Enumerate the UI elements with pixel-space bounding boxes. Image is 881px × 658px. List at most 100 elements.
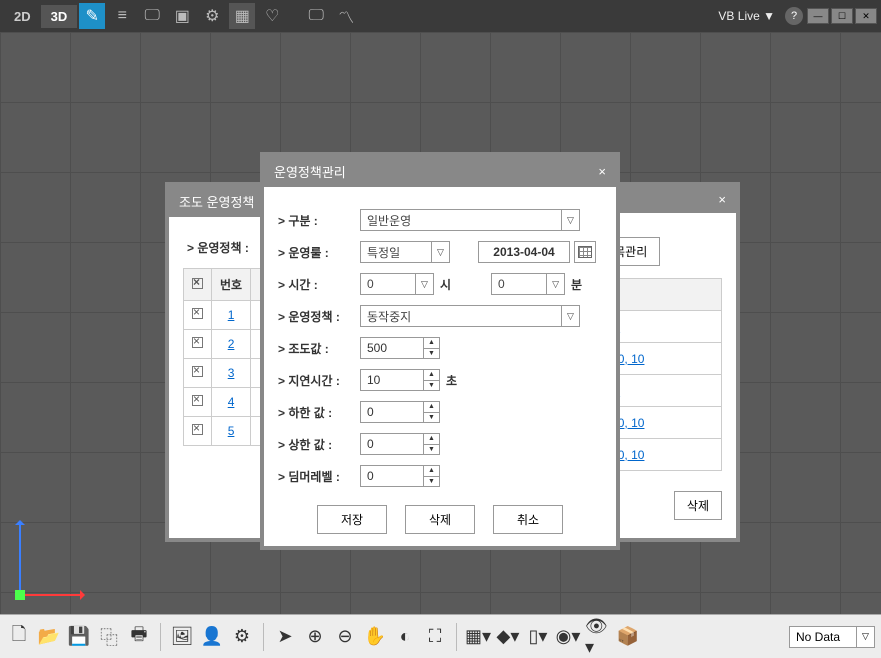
data-status-select[interactable]: No Data ▽	[789, 626, 875, 648]
zoom-out-icon[interactable]: ⊖	[332, 624, 358, 650]
new-file-icon[interactable]: 🗋	[6, 624, 32, 650]
help-button[interactable]: ?	[785, 7, 803, 25]
window-minimize[interactable]: —	[807, 8, 829, 24]
spin-down-icon[interactable]: ▼	[424, 349, 439, 359]
chevron-down-icon: ▽	[561, 210, 579, 230]
tab-3d[interactable]: 3D	[41, 5, 78, 28]
monitor-icon[interactable]: 🖵	[139, 3, 165, 29]
grid-dropdown-icon[interactable]: ▦▾	[465, 624, 491, 650]
row-link[interactable]: 2	[228, 337, 235, 351]
close-icon[interactable]: ×	[598, 164, 606, 179]
table-row[interactable]: 4	[184, 388, 271, 417]
minute-select[interactable]: 0 ▽	[491, 273, 565, 295]
save-all-icon[interactable]: ⿻	[96, 624, 122, 650]
window-close[interactable]: ✕	[855, 8, 877, 24]
save-icon[interactable]: 💾	[66, 624, 92, 650]
spin-up-icon[interactable]: ▲	[424, 370, 439, 381]
spin-up-icon[interactable]: ▲	[424, 434, 439, 445]
lower-label: > 하한 값 :	[278, 404, 360, 421]
delay-stepper[interactable]: 10 ▲▼	[360, 369, 440, 391]
calendar-button[interactable]	[574, 241, 596, 263]
delay-label: > 지연시간 :	[278, 372, 360, 389]
fit-icon[interactable]: ⛶	[422, 624, 448, 650]
list-icon[interactable]: ≡	[109, 3, 135, 29]
row-link[interactable]: 4	[228, 395, 235, 409]
canvas-area[interactable]: 조도 운영정책 > 운영정책 : 번호 1 2 3 4 5 ×	[0, 32, 881, 614]
display-icon[interactable]: 🖵	[303, 3, 329, 29]
spin-down-icon[interactable]: ▼	[424, 381, 439, 391]
rotate-icon[interactable]: ◐	[392, 624, 418, 650]
pan-icon[interactable]: ✋	[362, 624, 388, 650]
type-select[interactable]: 일반운영 ▽	[360, 209, 580, 231]
print-icon[interactable]: 🖶	[126, 624, 152, 650]
spin-up-icon[interactable]: ▲	[424, 338, 439, 349]
row-check[interactable]	[192, 424, 203, 435]
spin-up-icon[interactable]: ▲	[424, 402, 439, 413]
axis-gizmo	[12, 514, 82, 604]
open-folder-icon[interactable]: 📂	[36, 624, 62, 650]
dimmer-stepper[interactable]: 0 ▲▼	[360, 465, 440, 487]
time-label: > 시간 :	[278, 276, 360, 293]
table-row[interactable]: 2	[184, 330, 271, 359]
delete-button[interactable]: 삭제	[405, 505, 475, 534]
image-icon[interactable]: ▣	[169, 3, 195, 29]
gear-icon[interactable]: ⚙	[229, 624, 255, 650]
spin-down-icon[interactable]: ▼	[424, 445, 439, 455]
row-link[interactable]: 3	[228, 366, 235, 380]
row-check[interactable]	[192, 366, 203, 377]
dimmer-label: > 딤머레벨 :	[278, 468, 360, 485]
save-button[interactable]: 저장	[317, 505, 387, 534]
delete-button[interactable]: 삭제	[674, 491, 722, 520]
grid-icon	[578, 246, 592, 258]
window-maximize[interactable]: ☐	[831, 8, 853, 24]
row-check[interactable]	[192, 395, 203, 406]
chevron-down-icon: ▽	[856, 627, 874, 647]
bottom-toolbar: 🗋 📂 💾 ⿻ 🖶 🖼 👤 ⚙ ➤ ⊕ ⊖ ✋ ◐ ⛶ ▦▾ ◆▾ ▯▾ ◉▾ …	[0, 614, 881, 658]
hour-select[interactable]: 0 ▽	[360, 273, 434, 295]
spin-up-icon[interactable]: ▲	[424, 466, 439, 477]
rule-select[interactable]: 특정일 ▽	[360, 241, 450, 263]
user-icon[interactable]: 👤	[199, 624, 225, 650]
calendar-icon[interactable]: ▦	[229, 3, 255, 29]
y-axis-icon	[19, 521, 21, 596]
edit-icon[interactable]: ✎	[79, 3, 105, 29]
chart-icon[interactable]: 〽	[333, 3, 359, 29]
picture-icon[interactable]: 🖼	[169, 624, 195, 650]
tab-2d[interactable]: 2D	[4, 5, 41, 28]
top-toolbar: 2D 3D ✎ ≡ 🖵 ▣ ⚙ ▦ ♡ 🖵 〽 VB Live ▼ ? — ☐ …	[0, 0, 881, 32]
row-link[interactable]: 5	[228, 424, 235, 438]
table-row[interactable]: 3	[184, 359, 271, 388]
lower-stepper[interactable]: 0 ▲▼	[360, 401, 440, 423]
cube-dropdown-icon[interactable]: ◆▾	[495, 624, 521, 650]
zoom-in-icon[interactable]: ⊕	[302, 624, 328, 650]
lux-label: > 조도값 :	[278, 340, 360, 357]
package-icon[interactable]: 📦	[615, 624, 641, 650]
row-link[interactable]: 1	[228, 308, 235, 322]
table-row[interactable]: 1	[184, 301, 271, 330]
upper-label: > 상한 값 :	[278, 436, 360, 453]
x-axis-icon	[19, 594, 84, 596]
bulb-icon[interactable]: ♡	[259, 3, 285, 29]
table-row[interactable]: 5	[184, 417, 271, 446]
vb-live-menu[interactable]: VB Live ▼	[712, 7, 781, 25]
row-check[interactable]	[192, 308, 203, 319]
gears-icon[interactable]: ⚙	[199, 3, 225, 29]
chevron-down-icon: ▽	[561, 306, 579, 326]
camera-dropdown-icon[interactable]: ◉▾	[555, 624, 581, 650]
rule-label: > 운영룰 :	[278, 244, 360, 261]
close-icon[interactable]: ×	[718, 192, 726, 207]
cancel-button[interactable]: 취소	[493, 505, 563, 534]
upper-stepper[interactable]: 0 ▲▼	[360, 433, 440, 455]
col-number: 번호	[212, 269, 251, 301]
policy-select[interactable]: 동작중지 ▽	[360, 305, 580, 327]
row-check[interactable]	[192, 337, 203, 348]
date-field[interactable]: 2013-04-04	[478, 241, 570, 263]
box-dropdown-icon[interactable]: ▯▾	[525, 624, 551, 650]
col-check[interactable]	[184, 269, 212, 301]
pointer-icon[interactable]: ➤	[272, 624, 298, 650]
dialog-title: 운영정책관리	[274, 162, 346, 181]
spin-down-icon[interactable]: ▼	[424, 477, 439, 487]
spin-down-icon[interactable]: ▼	[424, 413, 439, 423]
lux-stepper[interactable]: 500 ▲▼	[360, 337, 440, 359]
eye-dropdown-icon[interactable]: 👁▾	[585, 624, 611, 650]
